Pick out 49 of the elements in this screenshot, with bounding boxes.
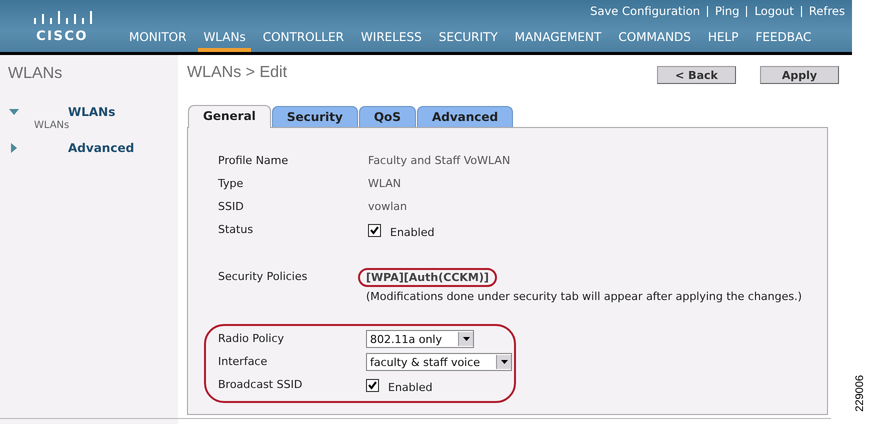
nav-menu-item[interactable]: COMMANDS xyxy=(613,22,696,52)
field-label: Interface xyxy=(218,354,268,368)
field-label: Security Policies xyxy=(218,269,308,283)
sidebar-item[interactable]: WLANs xyxy=(68,105,116,119)
field-label: Profile Name xyxy=(218,153,290,167)
nav-menu-item[interactable]: FEEDBAC xyxy=(750,22,816,52)
checkbox-label: Enabled xyxy=(388,380,432,394)
field-label: SSID xyxy=(218,199,245,213)
sidebar-title: WLANs xyxy=(8,65,64,83)
nav-menu-item[interactable]: HELP xyxy=(702,22,744,52)
expander-icon[interactable] xyxy=(9,107,19,117)
nav-menu-item[interactable]: WIRELESS xyxy=(356,22,427,52)
field-value: vowlan xyxy=(368,199,408,213)
page-title: WLANs > Edit xyxy=(187,64,288,82)
dropdown[interactable]: faculty & staff voice xyxy=(366,353,512,371)
figure-number: 229006 xyxy=(854,375,866,412)
field-label: Radio Policy xyxy=(218,331,286,345)
field-label: Status xyxy=(218,222,254,236)
security-policy-value: [WPA][Auth(CCKM)] xyxy=(358,268,497,287)
nav-menu-item[interactable]: MONITOR xyxy=(124,22,192,52)
tab[interactable]: Advanced xyxy=(416,106,514,127)
header-link[interactable]: Save Configuration xyxy=(583,4,708,18)
sidebar-item[interactable]: Advanced xyxy=(68,141,134,155)
header-link[interactable]: Logout xyxy=(747,4,801,18)
expander-icon[interactable] xyxy=(9,143,19,153)
nav-menu-item[interactable]: CONTROLLER xyxy=(258,22,349,52)
header-link[interactable]: Ping xyxy=(708,4,746,18)
header-link[interactable]: Refres xyxy=(802,4,852,18)
checkbox-label: Enabled xyxy=(390,225,434,239)
field-value: WLAN xyxy=(368,176,402,190)
note-text: (Modifications done under security tab will appear after applying the changes.) xyxy=(366,290,802,303)
dropdown[interactable]: 802.11a only xyxy=(366,330,474,348)
field-label: Type xyxy=(218,176,244,190)
checkbox[interactable] xyxy=(366,379,379,392)
field-value: Faculty and Staff VoWLAN xyxy=(368,153,510,167)
checkbox[interactable] xyxy=(368,224,381,237)
logo-text: CISCO xyxy=(36,29,88,44)
sidebar-subitem[interactable]: WLANs xyxy=(34,120,178,131)
logo-bars-icon xyxy=(33,11,93,27)
tab[interactable]: Security xyxy=(272,106,358,127)
tab[interactable]: General xyxy=(188,105,271,128)
dropdown-arrow-icon[interactable] xyxy=(462,337,470,341)
nav-menu-item[interactable]: SECURITY xyxy=(434,22,503,52)
action-button[interactable]: Apply xyxy=(760,66,839,84)
tab[interactable]: QoS xyxy=(358,106,416,127)
dropdown-arrow-icon[interactable] xyxy=(500,360,508,364)
field-label: Broadcast SSID xyxy=(218,377,304,391)
action-button[interactable]: < Back xyxy=(657,66,736,84)
nav-menu-item[interactable]: MANAGEMENT xyxy=(510,22,606,52)
